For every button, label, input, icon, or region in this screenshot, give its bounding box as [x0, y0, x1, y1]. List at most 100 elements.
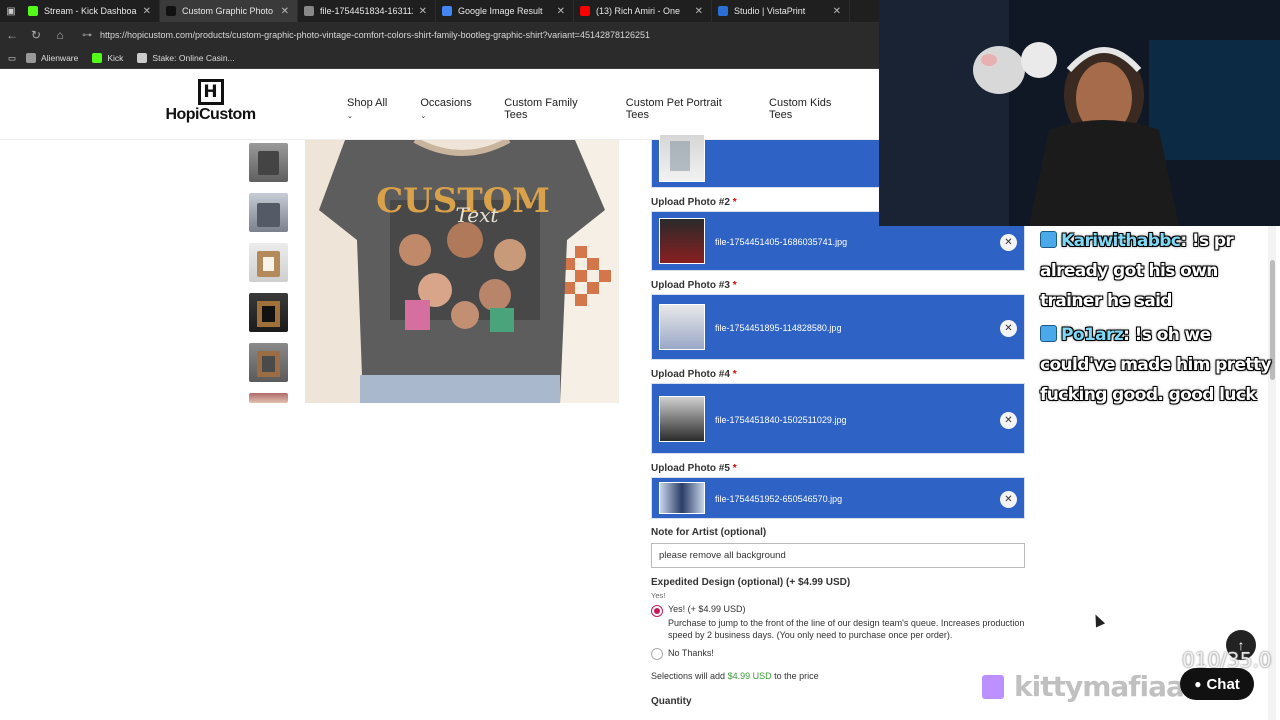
url-field[interactable]: ⊶ https://hopicustom.com/products/custom… [76, 25, 866, 45]
price-note-suffix: to the price [774, 671, 819, 681]
uploaded-file-name: file-1754451895-114828580.jpg [715, 323, 842, 333]
tab-favicon-icon [580, 6, 590, 16]
close-icon: ✕ [1004, 323, 1013, 334]
remove-photo-button[interactable]: ✕ [1000, 234, 1017, 251]
browser-tab[interactable]: Custom Graphic Photo Vint ✕ [160, 0, 298, 22]
bookmark-label: Stake: Online Casin... [152, 53, 235, 63]
chat-button-label: Chat [1206, 675, 1240, 693]
upload-photo-box[interactable]: file-1754451952-650546570.jpg ✕ [651, 477, 1025, 519]
product-thumbnail[interactable] [249, 243, 288, 282]
nav-occasions-label: Occasions [420, 97, 472, 109]
tab-favicon-icon [166, 6, 176, 16]
logo-name: HopiCustom [165, 106, 256, 123]
close-icon[interactable]: ✕ [143, 6, 151, 17]
twitch-icon [982, 674, 1004, 699]
expedite-label: Expedited Design (optional) (+ $4.99 USD… [651, 577, 851, 588]
nav-custom-pet-portrait-tees[interactable]: Custom Pet Portrait Tees [626, 97, 743, 121]
home-icon[interactable]: ⌂ [48, 23, 72, 47]
bookmark-item[interactable]: Alienware [26, 53, 78, 63]
quantity-label: Quantity [651, 696, 692, 707]
site-info-icon[interactable]: ⊶ [82, 30, 92, 41]
tab-label: Google Image Result [458, 6, 543, 16]
close-icon[interactable]: ✕ [557, 6, 565, 17]
bookmark-favicon-icon [26, 53, 37, 63]
upload-photo-label: Upload Photo #5 * [651, 463, 737, 474]
remove-photo-button[interactable]: ✕ [1000, 320, 1017, 337]
site-logo[interactable]: H HopiCustom [163, 79, 258, 124]
browser-tab[interactable]: Google Image Result ✕ [436, 0, 574, 22]
required-mark: * [732, 197, 737, 208]
expedite-yes-description: Purchase to jump to the front of the lin… [668, 618, 1025, 640]
chevron-down-icon: ⌄ [347, 113, 353, 120]
logo-mark: H [197, 79, 224, 105]
note-for-artist-input[interactable]: please remove all background [651, 543, 1025, 568]
bookmark-item[interactable]: Stake: Online Casin... [137, 53, 235, 63]
back-icon[interactable]: ← [0, 23, 24, 47]
close-icon[interactable]: ✕ [695, 6, 703, 17]
required-mark: * [732, 369, 737, 380]
uploaded-photo-thumbnail [659, 482, 705, 514]
bookmarks-menu-icon[interactable]: ▭ [8, 53, 16, 64]
chat-message: Kariwithabbc: !s pr already got his own … [1040, 226, 1275, 316]
tab-label: file-1754451834-1631123... [320, 6, 413, 16]
stream-watermark: kittymafiaa [982, 670, 1185, 703]
product-thumbnail[interactable] [249, 393, 288, 403]
required-mark: * [732, 280, 737, 291]
tab-label: Custom Graphic Photo Vint [182, 6, 275, 16]
tab-favicon-icon [304, 6, 314, 16]
expedite-yes-radio[interactable] [651, 605, 663, 617]
webcam-overlay [879, 0, 1280, 226]
upload-photo-label-text: Upload Photo #4 [651, 369, 730, 380]
product-thumbnail[interactable] [249, 193, 288, 232]
close-icon[interactable]: ✕ [833, 6, 841, 17]
product-thumbnail[interactable] [249, 293, 288, 332]
close-icon[interactable]: ✕ [419, 6, 427, 17]
product-thumbnail[interactable] [249, 343, 288, 382]
uploaded-photo-thumbnail [659, 304, 705, 350]
required-mark: * [732, 463, 737, 474]
expedite-selected: Yes! [651, 591, 666, 600]
chat-widget-button[interactable]: ● Chat [1180, 668, 1254, 700]
product-thumbnail[interactable] [249, 143, 288, 182]
remove-photo-button[interactable]: ✕ [1000, 491, 1017, 508]
chat-badge-icon [1040, 231, 1057, 248]
nav-shop-all[interactable]: Shop All ⌄ [347, 97, 394, 121]
close-icon[interactable]: ✕ [281, 6, 289, 17]
upload-photo-label-text: Upload Photo #3 [651, 280, 730, 291]
product-main-image[interactable]: CUSTOM Text [305, 140, 619, 403]
bookmark-item[interactable]: Kick [92, 53, 123, 63]
close-icon: ✕ [1004, 494, 1013, 505]
nav-occasions[interactable]: Occasions ⌄ [420, 97, 478, 121]
shirt-illustration: CUSTOM Text [305, 140, 619, 403]
upload-photo-label: Upload Photo #4 * [651, 369, 737, 380]
chat-message: Po1arz: !s oh we could've made him prett… [1040, 320, 1275, 410]
nav-shop-all-label: Shop All [347, 97, 388, 109]
upload-photo-box[interactable]: file-1754451840-1502511029.jpg ✕ [651, 383, 1025, 454]
browser-tab[interactable]: file-1754451834-1631123... ✕ [298, 0, 436, 22]
tab-label: Stream - Kick Dashboard [44, 6, 137, 16]
remove-photo-button[interactable]: ✕ [1000, 412, 1017, 429]
expedite-no-radio[interactable] [651, 648, 663, 660]
uploaded-photo-thumbnail [659, 396, 705, 442]
site-header: H HopiCustom Shop All ⌄ Occasions ⌄ Cust… [0, 69, 880, 140]
tab-favicon-icon [442, 6, 452, 16]
uploaded-file-name: file-1754451405-1686035741.jpg [715, 237, 848, 247]
upload-photo-label: Upload Photo #3 * [651, 280, 737, 291]
tab-actions-icon[interactable]: ▣ [0, 0, 22, 22]
nav-custom-kids-tees[interactable]: Custom Kids Tees [769, 97, 854, 121]
browser-tab[interactable]: Stream - Kick Dashboard ✕ [22, 0, 160, 22]
upload-photo-label-text: Upload Photo #2 [651, 197, 730, 208]
note-value: please remove all background [659, 550, 786, 561]
chevron-down-icon: ⌄ [420, 113, 427, 120]
upload-photo-box[interactable]: file-1754451895-114828580.jpg ✕ [651, 294, 1025, 360]
upload-photo-label: Upload Photo #2 * [651, 197, 737, 208]
bookmark-label: Alienware [41, 53, 79, 63]
stream-chat-overlay: Kariwithabbc: !s pr already got his own … [1040, 226, 1275, 410]
nav-custom-family-tees[interactable]: Custom Family Tees [504, 97, 600, 121]
tab-favicon-icon [718, 6, 728, 16]
browser-tab[interactable]: Studio | VistaPrint ✕ [712, 0, 850, 22]
uploaded-file-name: file-1754451840-1502511029.jpg [715, 415, 847, 425]
browser-tab[interactable]: (13) Rich Amiri - One ✕ [574, 0, 712, 22]
tab-label: Studio | VistaPrint [734, 6, 806, 16]
refresh-icon[interactable]: ↻ [24, 23, 48, 47]
